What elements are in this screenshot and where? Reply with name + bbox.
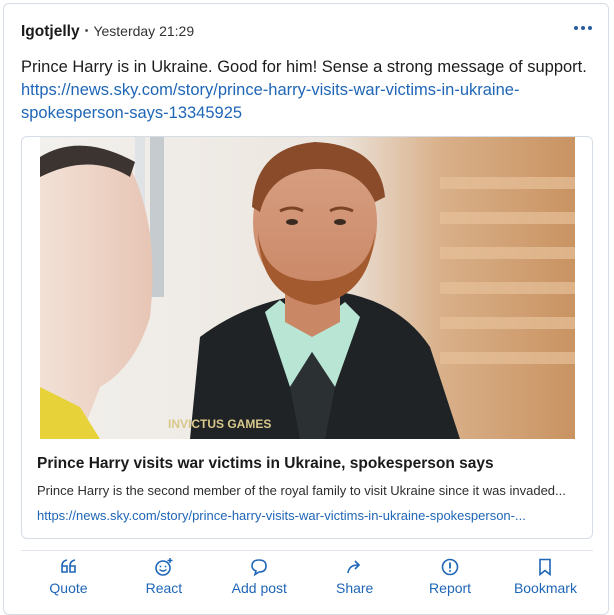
link-preview-title[interactable]: Prince Harry visits war victims in Ukrai…	[37, 455, 494, 473]
add-post-button[interactable]: Add post	[212, 557, 307, 603]
quote-button[interactable]: Quote	[21, 557, 116, 603]
report-button[interactable]: Report	[403, 557, 498, 603]
bookmark-icon	[539, 558, 552, 577]
link-preview-image[interactable]: INVICTUS GAMES	[40, 137, 575, 439]
link-preview-description: Prince Harry is the second member of the…	[37, 483, 566, 498]
more-options-icon[interactable]	[572, 22, 594, 34]
post-timestamp[interactable]: Yesterday 21:29	[93, 23, 194, 39]
share-icon	[346, 560, 360, 574]
bookmark-label: Bookmark	[513, 580, 577, 596]
add-post-label: Add post	[231, 580, 287, 596]
post-header: Igotjelly • Yesterday 21:29	[21, 23, 194, 41]
post-actions-bar: Quote React Add post Share Report Bookma…	[21, 557, 593, 603]
report-label: Report	[429, 580, 472, 596]
react-button[interactable]: React	[116, 557, 211, 603]
header-separator: •	[84, 25, 89, 37]
author-name[interactable]: Igotjelly	[21, 23, 80, 41]
react-icon	[155, 558, 173, 576]
quote-label: Quote	[49, 580, 88, 596]
link-preview-card[interactable]: INVICTUS GAMES Prince Harry visits war v…	[21, 136, 593, 539]
jacket-text: INVICTUS GAMES	[168, 417, 271, 431]
share-label: Share	[335, 580, 374, 596]
react-label: React	[145, 580, 183, 596]
share-button[interactable]: Share	[307, 557, 402, 603]
post-link[interactable]: https://news.sky.com/story/prince-harry-…	[21, 79, 591, 125]
post-text: Prince Harry is in Ukraine. Good for him…	[21, 58, 587, 76]
comment-icon	[251, 559, 268, 577]
post-body: Prince Harry is in Ukraine. Good for him…	[21, 56, 591, 125]
quote-icon	[60, 559, 76, 573]
actions-divider	[21, 550, 593, 551]
report-icon	[441, 558, 459, 576]
link-preview-url[interactable]: https://news.sky.com/story/prince-harry-…	[37, 508, 577, 523]
post-card: Igotjelly • Yesterday 21:29 Prince Harry…	[3, 3, 609, 615]
bookmark-button[interactable]: Bookmark	[498, 557, 593, 603]
photo-prince-harry: INVICTUS GAMES	[40, 137, 575, 439]
